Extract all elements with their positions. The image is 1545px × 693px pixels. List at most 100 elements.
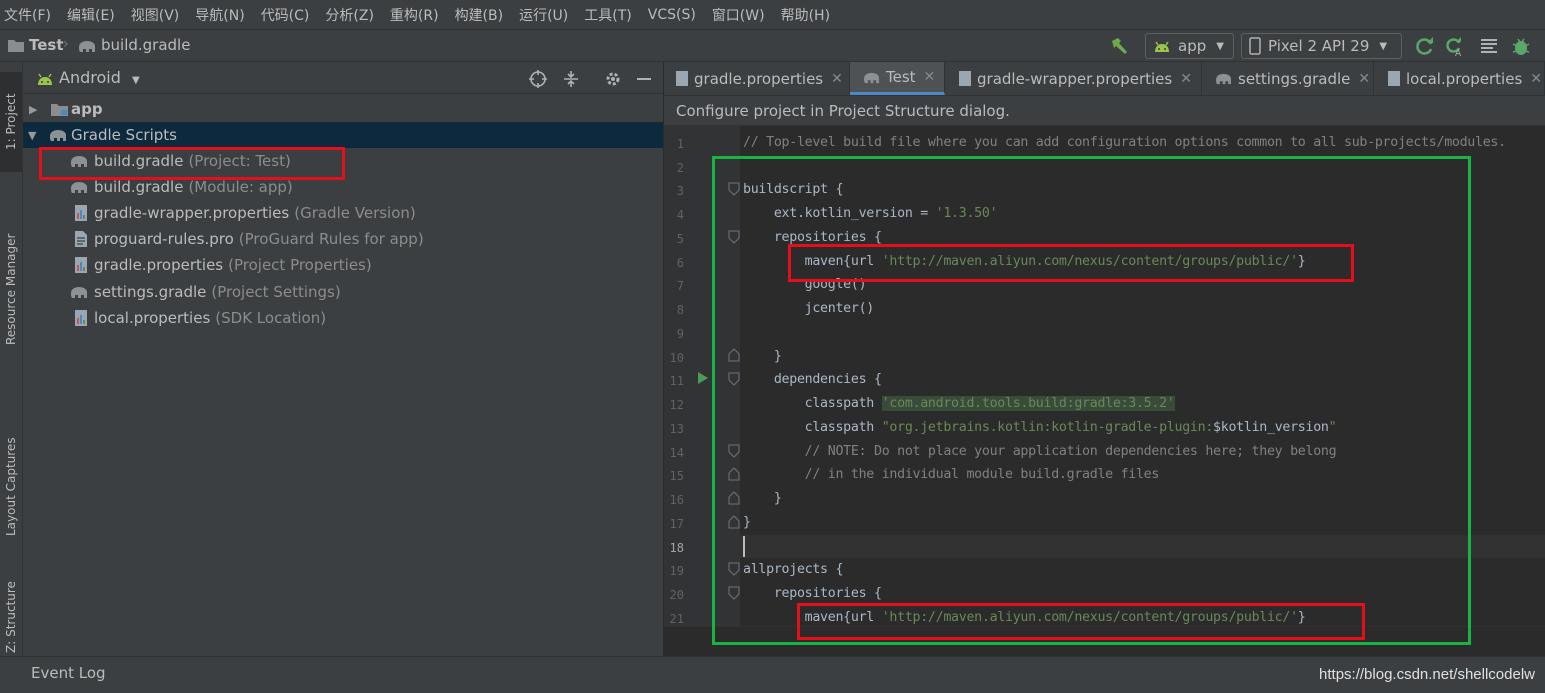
menu-tools[interactable]: 工具(T) <box>576 5 639 25</box>
line-number: 12 <box>669 398 684 412</box>
line-number: 7 <box>676 279 684 293</box>
tree-item-name: build.gradle <box>94 178 184 196</box>
apply-code-changes-icon[interactable]: A <box>1444 35 1466 57</box>
svg-text:A: A <box>1455 49 1462 57</box>
gradle-elephant-icon <box>79 41 95 52</box>
line-number: 20 <box>669 588 684 602</box>
menu-code[interactable]: 代码(C) <box>253 5 318 25</box>
close-icon[interactable]: ✕ <box>1530 71 1542 87</box>
tree-item-name: proguard-rules.pro <box>94 230 234 248</box>
close-icon[interactable]: ✕ <box>831 71 843 87</box>
tree-node-app[interactable]: ▶ app <box>23 96 663 122</box>
tab-gradle-properties[interactable]: gradle.properties ✕ <box>664 62 850 95</box>
breadcrumb-project[interactable]: Test <box>29 36 64 54</box>
line-number: 4 <box>676 208 684 222</box>
menu-vcs[interactable]: VCS(S) <box>640 7 704 23</box>
tab-layout-captures-label: Layout Captures <box>4 437 18 537</box>
project-structure-banner[interactable]: Configure project in Project Structure d… <box>664 96 1545 126</box>
left-tool-strip: 1: Project Resource Manager Layout Captu… <box>0 62 23 656</box>
gear-icon[interactable] <box>603 69 623 89</box>
hammer-icon[interactable] <box>1108 35 1130 57</box>
menu-analyze[interactable]: 分析(Z) <box>317 5 382 25</box>
apply-changes-restart-icon[interactable] <box>1414 35 1436 57</box>
menu-navigate[interactable]: 导航(N) <box>187 5 252 25</box>
tab-resource-manager[interactable]: Resource Manager <box>0 182 22 397</box>
tab-resource-manager-label: Resource Manager <box>4 233 18 346</box>
tab-layout-captures[interactable]: Layout Captures <box>0 422 22 552</box>
tab-gradle-wrapper-properties[interactable]: gradle-wrapper.properties ✕ <box>945 62 1202 95</box>
line-number: 16 <box>669 493 684 507</box>
list-menu-icon[interactable] <box>1478 35 1500 57</box>
menu-view[interactable]: 视图(V) <box>123 5 188 25</box>
tree-item-local-properties[interactable]: local.properties (SDK Location) <box>23 305 663 331</box>
line-number: 17 <box>669 517 684 531</box>
menu-run[interactable]: 运行(U) <box>511 5 576 25</box>
tab-settings-gradle[interactable]: settings.gradle ✕ <box>1202 62 1374 95</box>
tab-structure[interactable]: Z: Structure <box>0 577 22 657</box>
highlight-box-code-region <box>712 156 1471 645</box>
android-icon <box>1155 41 1169 52</box>
tree-item-gradle-properties[interactable]: gradle.properties (Project Properties) <box>23 252 663 278</box>
line-number: 18 <box>669 541 684 555</box>
tree-item-name: local.properties <box>94 309 211 327</box>
tree-node-gradle-scripts-label: Gradle Scripts <box>71 126 177 144</box>
gradle-elephant-icon <box>1216 73 1231 85</box>
locate-target-icon[interactable] <box>528 69 548 89</box>
line-number: 3 <box>676 184 684 198</box>
run-config-select[interactable]: app ▼ <box>1145 33 1234 59</box>
tree-item-gradle-wrapper-properties[interactable]: gradle-wrapper.properties (Gradle Version… <box>23 200 663 226</box>
banner-text: Configure project in Project Structure d… <box>676 101 1010 120</box>
tree-item-hint: (Project Settings) <box>211 283 341 301</box>
gradle-elephant-icon <box>864 72 879 83</box>
breadcrumb-separator-icon: › <box>63 36 69 52</box>
line-number: 15 <box>669 469 684 483</box>
line-number: 11 <box>669 374 684 388</box>
view-mode-select[interactable]: Android ▼ <box>59 68 140 87</box>
menu-edit[interactable]: 编辑(E) <box>59 5 123 25</box>
properties-file-icon <box>75 310 87 326</box>
tree-item-name: settings.gradle <box>94 283 207 301</box>
code-line-comment[interactable]: // Top-level build file where you can ad… <box>743 135 1506 150</box>
line-number: 8 <box>676 303 684 317</box>
tree-item-name: gradle-wrapper.properties <box>94 204 290 222</box>
tree-item-hint: (ProGuard Rules for app) <box>238 230 424 248</box>
run-config-label: app <box>1178 37 1207 55</box>
menu-help[interactable]: 帮助(H) <box>773 5 838 25</box>
tree-item-proguard-rules[interactable]: proguard-rules.pro (ProGuard Rules for ap… <box>23 226 663 252</box>
properties-file-icon <box>1388 71 1400 86</box>
breadcrumb-file[interactable]: build.gradle <box>101 36 190 54</box>
tab-test[interactable]: Test ✕ <box>850 62 945 95</box>
collapse-all-icon[interactable] <box>561 69 581 89</box>
event-log-button[interactable]: Event Log <box>31 664 106 682</box>
tree-item-hint: (Project Properties) <box>228 256 372 274</box>
tree-item-settings-gradle[interactable]: settings.gradle (Project Settings) <box>23 279 663 305</box>
line-number: 2 <box>676 161 684 175</box>
minimize-icon[interactable] <box>635 69 653 89</box>
properties-file-icon <box>959 71 971 86</box>
tab-project-label: 1: Project <box>4 93 18 151</box>
tree-node-gradle-scripts[interactable]: ▼ Gradle Scripts <box>23 122 663 148</box>
close-icon[interactable]: ✕ <box>1180 71 1192 87</box>
menu-file[interactable]: 文件(F) <box>0 5 59 25</box>
close-icon[interactable]: ✕ <box>924 69 936 85</box>
debug-bug-icon[interactable] <box>1510 35 1532 57</box>
tab-project[interactable]: 1: Project <box>0 72 22 172</box>
close-icon[interactable]: ✕ <box>1358 71 1370 87</box>
menu-refactor[interactable]: 重构(R) <box>382 5 447 25</box>
tab-label: settings.gradle <box>1238 69 1351 88</box>
line-number: 9 <box>676 327 684 341</box>
module-folder-icon <box>51 104 68 116</box>
menu-build[interactable]: 构建(B) <box>447 5 512 25</box>
line-number: 19 <box>669 564 684 578</box>
menu-window[interactable]: 窗口(W) <box>704 5 773 25</box>
gradle-elephant-icon <box>71 287 87 298</box>
device-label: Pixel 2 API 29 <box>1268 37 1370 55</box>
watermark-url: https://blog.csdn.net/shellcodelw <box>1319 666 1535 683</box>
tab-local-properties[interactable]: local.properties ✕ <box>1374 62 1545 95</box>
view-mode-label: Android <box>59 68 121 87</box>
device-select[interactable]: Pixel 2 API 29 ▼ <box>1241 33 1402 59</box>
android-icon <box>38 73 52 85</box>
run-gutter-icon[interactable] <box>697 371 709 385</box>
line-number: 1 <box>676 137 684 151</box>
chevron-right-icon: ▶ <box>29 102 38 116</box>
